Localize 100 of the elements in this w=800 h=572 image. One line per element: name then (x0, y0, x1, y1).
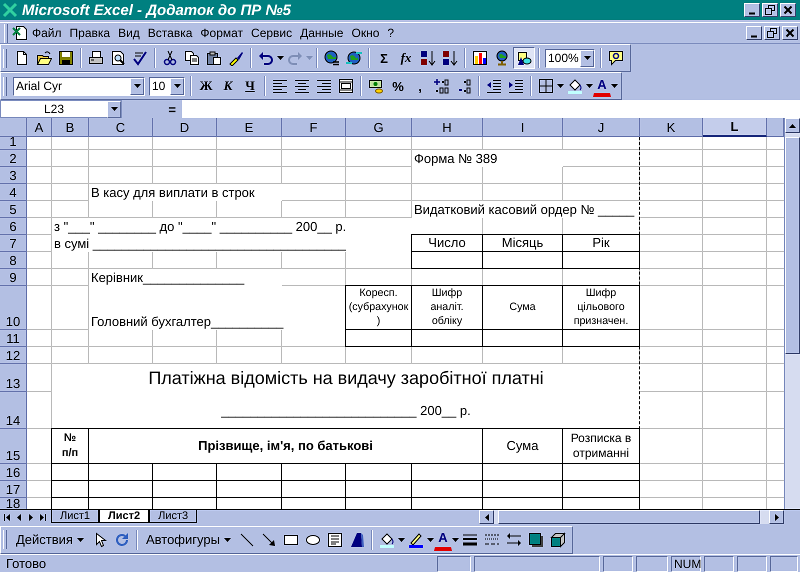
right-arrow-icon[interactable] (774, 514, 778, 520)
sheet-tab[interactable]: Лист1 (51, 510, 100, 523)
text-box-icon[interactable] (326, 532, 343, 548)
new-document-icon[interactable] (14, 50, 30, 66)
sort-descending-icon[interactable] (442, 50, 458, 66)
dropdown-caret-icon[interactable] (611, 84, 618, 88)
row-header[interactable]: 2 (0, 150, 27, 167)
zoom-combo[interactable]: 100% (545, 48, 595, 68)
dropdown-caret-icon[interactable] (426, 538, 434, 542)
menu-item[interactable]: Сервис (247, 24, 296, 42)
dropdown-caret-icon[interactable] (557, 84, 564, 88)
font-size-combo[interactable]: 10 (149, 76, 185, 96)
menu-item[interactable]: Правка (66, 24, 114, 42)
save-icon[interactable] (58, 50, 74, 66)
rotate-icon[interactable] (114, 532, 130, 548)
tab-previous-icon[interactable] (15, 512, 23, 522)
tab-last-icon[interactable] (39, 512, 47, 522)
menu-item[interactable]: Вставка (144, 24, 196, 42)
column-header[interactable]: C (89, 118, 153, 137)
formula-field[interactable] (182, 100, 800, 118)
scroll-left-button[interactable] (479, 510, 494, 524)
up-arrow-icon[interactable] (789, 124, 796, 128)
dropdown-caret-icon[interactable] (586, 84, 593, 88)
row-header[interactable]: 17 (0, 481, 27, 498)
dropdown-caret-icon[interactable] (110, 107, 118, 111)
align-right-icon[interactable] (316, 78, 332, 94)
dropdown-caret-icon[interactable] (76, 538, 84, 542)
undo-icon[interactable] (258, 50, 274, 66)
row-header[interactable]: 3 (0, 167, 27, 184)
globe-link-icon[interactable] (324, 50, 340, 66)
outdent-icon[interactable] (486, 78, 502, 94)
menu-item[interactable]: Вид (114, 24, 144, 42)
menu-item[interactable]: Формат (196, 24, 248, 42)
row-header[interactable]: 1 (0, 137, 27, 150)
percent-button[interactable]: % (387, 75, 409, 97)
decrease-decimal-icon[interactable] (456, 78, 472, 94)
column-header[interactable]: H (412, 118, 483, 137)
copy-icon[interactable] (184, 50, 200, 66)
autoshapes-menu-button[interactable]: Автофигуры (140, 528, 236, 550)
open-folder-icon[interactable] (36, 50, 52, 66)
dropdown-caret-icon[interactable] (224, 538, 231, 542)
align-center-icon[interactable] (294, 78, 310, 94)
row-header[interactable]: 15 (0, 429, 27, 464)
column-header[interactable]: E (217, 118, 282, 137)
font-name-combo[interactable]: Arial Cyr (13, 76, 145, 96)
paint-bucket-icon[interactable] (378, 532, 395, 548)
paint-bucket-icon[interactable] (567, 78, 583, 94)
name-box[interactable]: L23 (0, 100, 122, 118)
sheet-tab[interactable]: Лист2 (99, 510, 150, 523)
column-header[interactable]: D (153, 118, 217, 137)
row-header[interactable]: 5 (0, 201, 27, 218)
pen-icon[interactable] (408, 532, 424, 548)
column-header[interactable]: I (483, 118, 563, 137)
menu-item[interactable]: Окно (347, 24, 384, 42)
money-icon[interactable] (368, 78, 384, 94)
print-preview-icon[interactable] (110, 50, 126, 66)
scroll-up-button[interactable] (785, 118, 800, 133)
column-header[interactable]: B (52, 118, 89, 137)
row-header[interactable]: 14 (0, 392, 27, 429)
tab-first-icon[interactable] (3, 512, 11, 522)
column-header[interactable]: A (27, 118, 52, 137)
wordart-icon[interactable] (348, 532, 365, 548)
actions-menu-button[interactable]: Действия (11, 528, 89, 550)
dropdown-caret-icon[interactable] (584, 56, 590, 60)
dropdown-caret-icon[interactable] (134, 84, 140, 88)
column-header[interactable]: G (346, 118, 412, 137)
row-header[interactable]: 4 (0, 184, 27, 201)
line-icon[interactable] (238, 532, 255, 548)
globe-arrows-icon[interactable] (346, 50, 362, 66)
row-header[interactable]: 8 (0, 252, 27, 269)
increase-decimal-icon[interactable] (434, 78, 450, 94)
printer-icon[interactable] (88, 50, 104, 66)
indent-icon[interactable] (508, 78, 524, 94)
dropdown-caret-icon[interactable] (277, 56, 284, 60)
row-header[interactable]: 6 (0, 218, 27, 235)
menu-item[interactable]: ? (383, 24, 398, 42)
align-left-icon[interactable] (272, 78, 288, 94)
spreadsheet-icon[interactable] (12, 25, 28, 41)
paintbrush-icon[interactable] (228, 50, 244, 66)
row-header[interactable]: 18 (0, 498, 27, 509)
column-header[interactable]: F (282, 118, 346, 137)
sheet-tab[interactable]: Лист3 (149, 510, 198, 523)
column-header[interactable]: J (563, 118, 640, 137)
scissors-icon[interactable] (162, 50, 178, 66)
column-header[interactable]: K (640, 118, 703, 137)
italic-button[interactable]: К (217, 75, 239, 97)
tab-next-icon[interactable] (27, 512, 35, 522)
function-button[interactable]: fx (395, 47, 417, 69)
dropdown-caret-icon[interactable] (398, 538, 405, 542)
merge-center-icon[interactable] (338, 78, 354, 94)
autosum-button[interactable]: Σ (373, 47, 395, 69)
row-header[interactable]: 10 (0, 286, 27, 330)
row-header[interactable]: 7 (0, 235, 27, 252)
double-arrow-icon[interactable] (506, 532, 522, 548)
bar-chart-icon[interactable] (472, 50, 488, 66)
dropdown-caret-icon[interactable] (452, 538, 459, 542)
dash-style-icon[interactable] (484, 532, 500, 548)
equals-button[interactable]: = (122, 100, 182, 118)
row-header[interactable]: 9 (0, 269, 27, 286)
spelling-check-icon[interactable] (132, 50, 148, 66)
